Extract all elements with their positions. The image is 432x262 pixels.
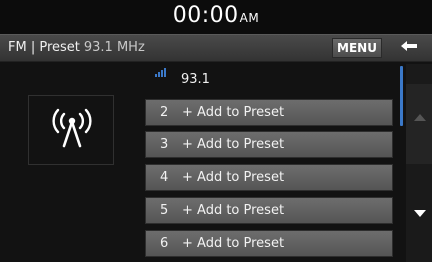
antenna-icon: [52, 108, 92, 148]
preset-number: 2: [160, 105, 169, 120]
scroll-rail: [406, 64, 432, 262]
station-artwork: [28, 95, 114, 165]
preset-number: 4: [160, 170, 169, 185]
header-bar: FM | Preset 93.1 MHz MENU: [0, 34, 432, 62]
current-station-row[interactable]: 93.1: [145, 64, 395, 94]
scroll-up-button[interactable]: [406, 84, 432, 164]
clock: 00:00AM: [0, 3, 432, 28]
menu-button[interactable]: MENU: [332, 38, 382, 58]
preset-button-6[interactable]: 6 + Add to Preset: [145, 230, 393, 257]
back-button[interactable]: [390, 38, 428, 58]
preset-label: + Add to Preset: [182, 170, 285, 185]
back-arrow-icon: [401, 41, 417, 51]
scroll-down-button[interactable]: [406, 166, 432, 258]
preset-label: + Add to Preset: [182, 105, 285, 120]
clock-time: 00:00: [172, 3, 239, 28]
page-title: FM | Preset 93.1 MHz: [8, 40, 145, 55]
preset-button-2[interactable]: 2 + Add to Preset: [145, 99, 393, 126]
band-label: FM | Preset: [8, 40, 80, 55]
status-bar: 00:00AM: [0, 0, 432, 34]
preset-number: 5: [160, 203, 169, 218]
header-frequency: 93.1 MHz: [83, 40, 145, 55]
scroll-up-icon: [414, 114, 426, 121]
preset-button-3[interactable]: 3 + Add to Preset: [145, 131, 393, 158]
radio-screen: 00:00AM FM | Preset 93.1 MHz MENU 93.1 2…: [0, 0, 432, 262]
preset-label: + Add to Preset: [182, 236, 285, 251]
preset-button-4[interactable]: 4 + Add to Preset: [145, 164, 393, 191]
scroll-indicator[interactable]: [400, 66, 403, 126]
preset-label: + Add to Preset: [182, 137, 285, 152]
current-frequency: 93.1: [181, 72, 210, 87]
preset-number: 3: [160, 137, 169, 152]
clock-ampm: AM: [239, 11, 260, 25]
preset-button-5[interactable]: 5 + Add to Preset: [145, 197, 393, 224]
preset-number: 6: [160, 236, 169, 251]
preset-label: + Add to Preset: [182, 203, 285, 218]
scroll-down-icon: [414, 210, 426, 217]
